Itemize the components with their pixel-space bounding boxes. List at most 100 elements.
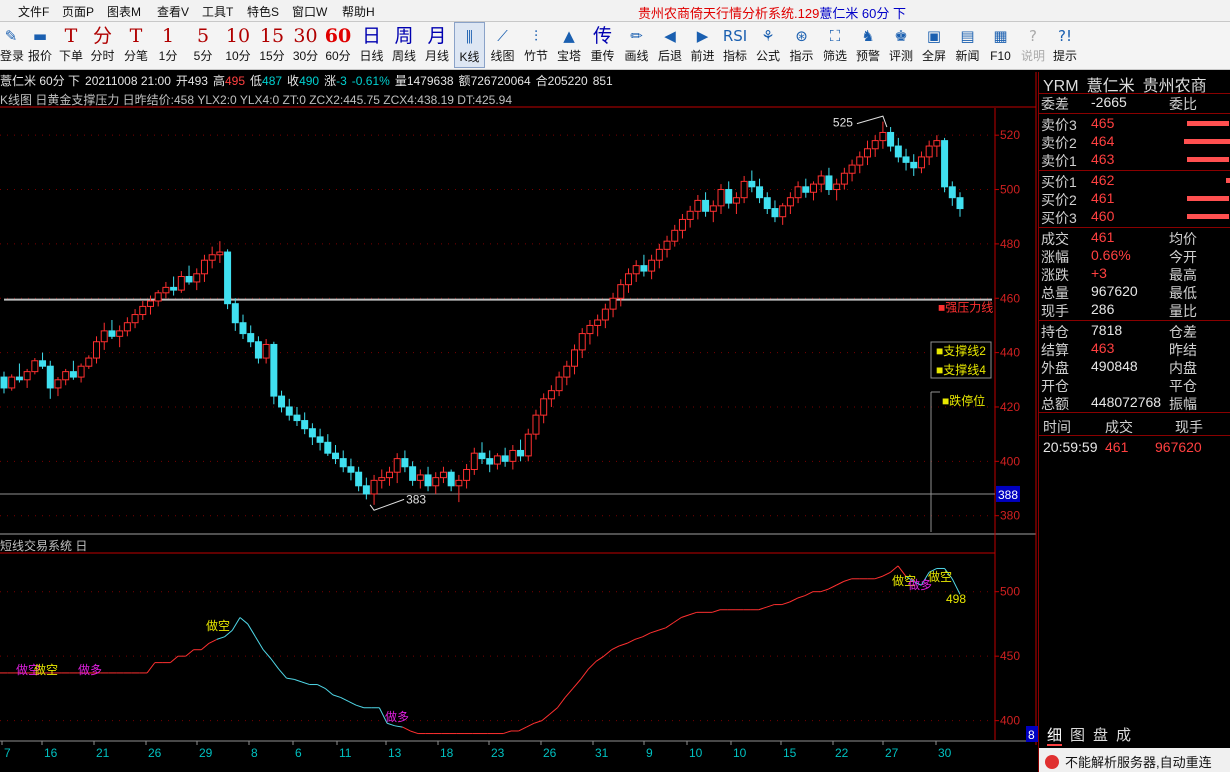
signal-line [820, 588, 829, 593]
candle-up [717, 189, 725, 207]
candle-up [54, 379, 62, 389]
tick-table-header: 时间 成交 现手 [1039, 412, 1230, 436]
signal-line [270, 658, 280, 670]
x-axis-label: 13 [388, 746, 402, 760]
signal-line [828, 584, 837, 590]
candle-down [15, 376, 23, 381]
signal-short-label: 做空 [206, 618, 230, 633]
signal-line [355, 704, 365, 709]
volume-bar [1183, 139, 1230, 144]
quote-row-label-2: 振幅 [1169, 396, 1197, 412]
volume-bar [1187, 214, 1229, 219]
quote-row-label: 涨幅 [1041, 249, 1069, 265]
weibi-ratio-label: 委比 [1169, 96, 1197, 112]
signal-line [603, 649, 612, 657]
candle-up [77, 365, 85, 378]
quote-row-label: 开仓 [1041, 378, 1069, 394]
panel-tab[interactable]: 成 [1116, 727, 1131, 744]
signal-line [340, 696, 349, 702]
toolbar-button-icon: ?! [1058, 27, 1072, 45]
candle-up [863, 148, 871, 158]
panel-tab[interactable]: 细 [1047, 727, 1063, 746]
quote-row: 开仓 平仓 [1039, 376, 1230, 394]
quote-row: 持仓 7818 仓差 [1039, 322, 1230, 340]
signal-line [874, 575, 883, 580]
panel-tab[interactable]: 盘 [1093, 727, 1108, 744]
candle-up [571, 349, 579, 367]
candle-up [586, 324, 594, 335]
candle-up [632, 265, 640, 275]
quote-row-value: 463 [1091, 151, 1115, 167]
x-axis-label: 29 [199, 746, 213, 760]
signal-line [170, 655, 179, 664]
toolbar-button[interactable]: ?! 提示 [1050, 22, 1080, 68]
candle-up [624, 273, 632, 286]
candle-down [170, 286, 178, 291]
x-axis-label: 22 [835, 746, 849, 760]
candle-down [941, 140, 949, 188]
x-axis-label: 7 [4, 746, 11, 760]
candle-down [301, 420, 309, 430]
candle-up [856, 156, 864, 166]
volume-bar [1187, 196, 1229, 201]
x-axis-label: 30 [938, 746, 952, 760]
signal-line [688, 611, 697, 616]
candle-down [239, 322, 247, 335]
volume-bar [1225, 178, 1230, 183]
signal-line [712, 609, 721, 613]
x-axis-label: 11 [339, 746, 352, 760]
signal-line [534, 720, 543, 724]
candle-up [601, 308, 609, 321]
candle-down [339, 458, 347, 468]
candle-up [439, 471, 447, 479]
signal-line [185, 649, 194, 657]
signal-line [890, 565, 899, 573]
candle-up [848, 164, 856, 174]
quote-row-label: 买价1 [1041, 174, 1077, 190]
candle-up [609, 297, 617, 310]
quote-row-label: 总量 [1041, 285, 1069, 301]
signal-short-label: 做空 [928, 569, 952, 584]
signal-line [804, 591, 814, 597]
quote-row: 总量 967620 最低 [1039, 283, 1230, 301]
signal-line [588, 660, 597, 670]
candle-down [771, 208, 779, 218]
kline-chart[interactable]: 380 400 420 440 460 480 500 520 525 383 388 ■强压力线 ■支… [0, 0, 1038, 772]
candle-up [154, 292, 162, 302]
signal-line [255, 636, 264, 650]
signal-line [348, 700, 357, 706]
quote-row-value: 462 [1091, 172, 1115, 188]
quote-row-value: 7818 [1091, 322, 1123, 338]
signal-line [611, 645, 620, 651]
x-axis-label: 26 [148, 746, 162, 760]
panel-tab[interactable]: 图 [1070, 727, 1085, 744]
quote-row-value: 490848 [1091, 358, 1138, 374]
quote-row-label: 总额 [1041, 396, 1069, 412]
candle-up [416, 474, 424, 481]
candle-up [917, 156, 925, 169]
candle-down [948, 186, 956, 199]
candle-up [732, 197, 740, 204]
quote-row: 现手 286 量比 [1039, 301, 1230, 319]
quote-row-label-2: 最低 [1169, 285, 1197, 301]
quote-row-label: 外盘 [1041, 360, 1069, 376]
candle-up [31, 360, 39, 373]
candle-down [285, 406, 293, 416]
x-axis-label: 23 [491, 746, 505, 760]
quote-row-label: 现手 [1041, 303, 1069, 319]
sub-chart-title: 短线交易系统 日 [0, 539, 88, 553]
candle-up [840, 172, 848, 185]
signal-line [231, 617, 241, 631]
signal-line [526, 722, 535, 728]
candle-up [139, 305, 147, 316]
candle-up [779, 205, 787, 218]
x-axis-label: 27 [885, 746, 899, 760]
candle-down [486, 458, 494, 465]
candle-down [362, 485, 370, 495]
candle-up [432, 477, 440, 487]
candle-down [224, 251, 232, 305]
x-axis-label: 26 [543, 746, 557, 760]
x-axis-label: 16 [44, 746, 58, 760]
candle-up [23, 371, 31, 381]
signal-line [247, 623, 256, 638]
